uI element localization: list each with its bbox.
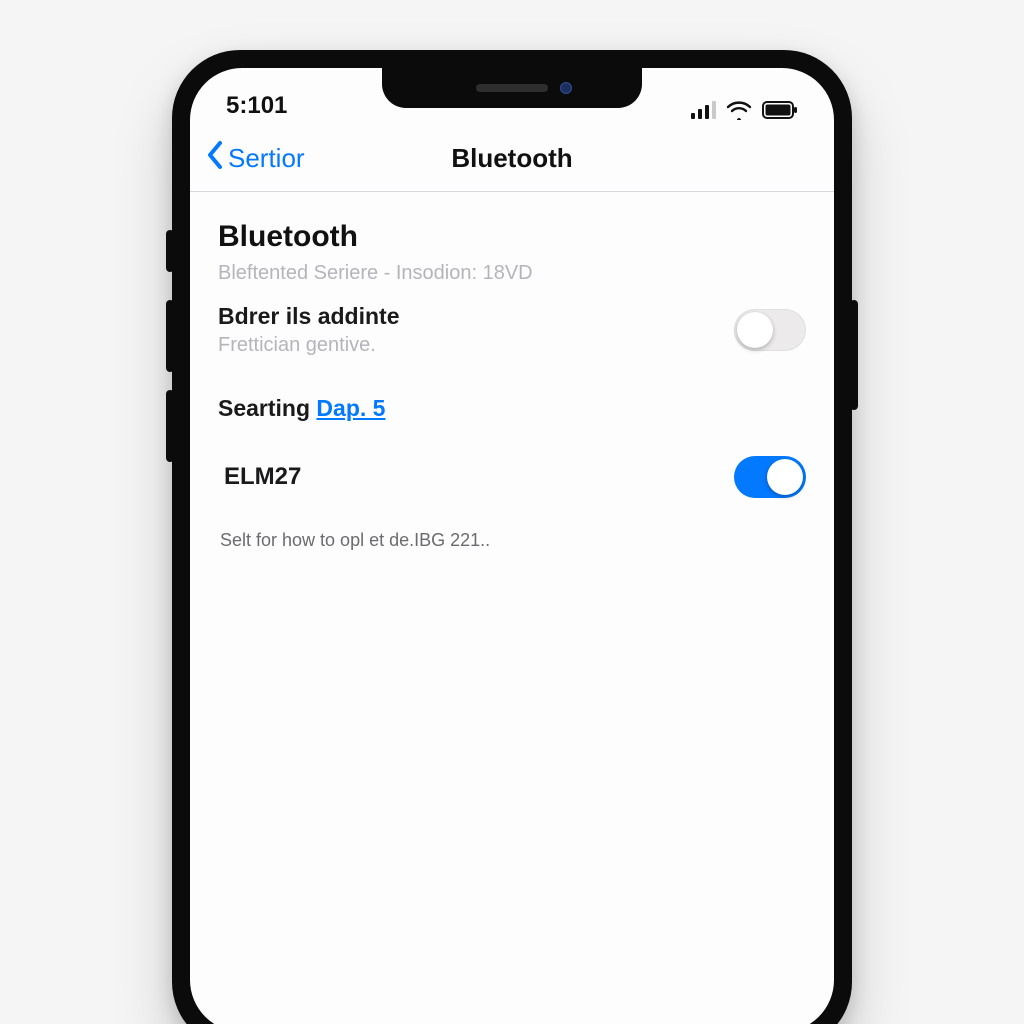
front-camera	[560, 82, 572, 94]
device-toggle[interactable]	[734, 456, 806, 498]
searching-link[interactable]: Dap. 5	[316, 395, 385, 421]
bluetooth-toggle-row: Bdrer ils addinte Frettician gentive.	[218, 295, 806, 365]
searching-line: Searting Dap. 5	[218, 395, 806, 422]
toggle-sublabel: Frettician gentive.	[218, 334, 399, 357]
device-name: ELM27	[224, 463, 301, 491]
phone-frame: 5:101	[172, 50, 852, 1024]
nav-bar: Sertior Bluetooth	[190, 126, 834, 192]
notch	[382, 68, 642, 108]
toggle-knob	[767, 459, 803, 495]
searching-prefix: Searting	[218, 395, 316, 421]
footer-note: Selt for how to opl et de.IBG 221..	[218, 530, 806, 551]
back-button[interactable]: Sertior	[206, 140, 305, 177]
section-subheading: Bleftented Seriere - Insodion: 18VD	[218, 262, 806, 285]
status-time: 5:101	[226, 92, 287, 120]
content-area: Bluetooth Bleftented Seriere - Insodion:…	[190, 192, 834, 551]
speaker-grille	[476, 84, 548, 92]
section-heading: Bluetooth	[218, 220, 806, 254]
toggle-knob	[737, 312, 773, 348]
device-row[interactable]: ELM27	[218, 442, 806, 512]
cellular-signal-icon	[691, 101, 716, 119]
screen: 5:101	[190, 68, 834, 1024]
toggle-label: Bdrer ils addinte	[218, 303, 399, 330]
back-label: Sertior	[228, 143, 305, 174]
power-button	[850, 300, 858, 410]
mute-switch	[166, 230, 174, 272]
volume-up-button	[166, 300, 174, 372]
bluetooth-toggle[interactable]	[734, 309, 806, 351]
page-title: Bluetooth	[451, 143, 572, 174]
battery-icon	[762, 101, 798, 119]
volume-down-button	[166, 390, 174, 462]
chevron-left-icon	[206, 140, 224, 177]
wifi-icon	[726, 100, 752, 120]
